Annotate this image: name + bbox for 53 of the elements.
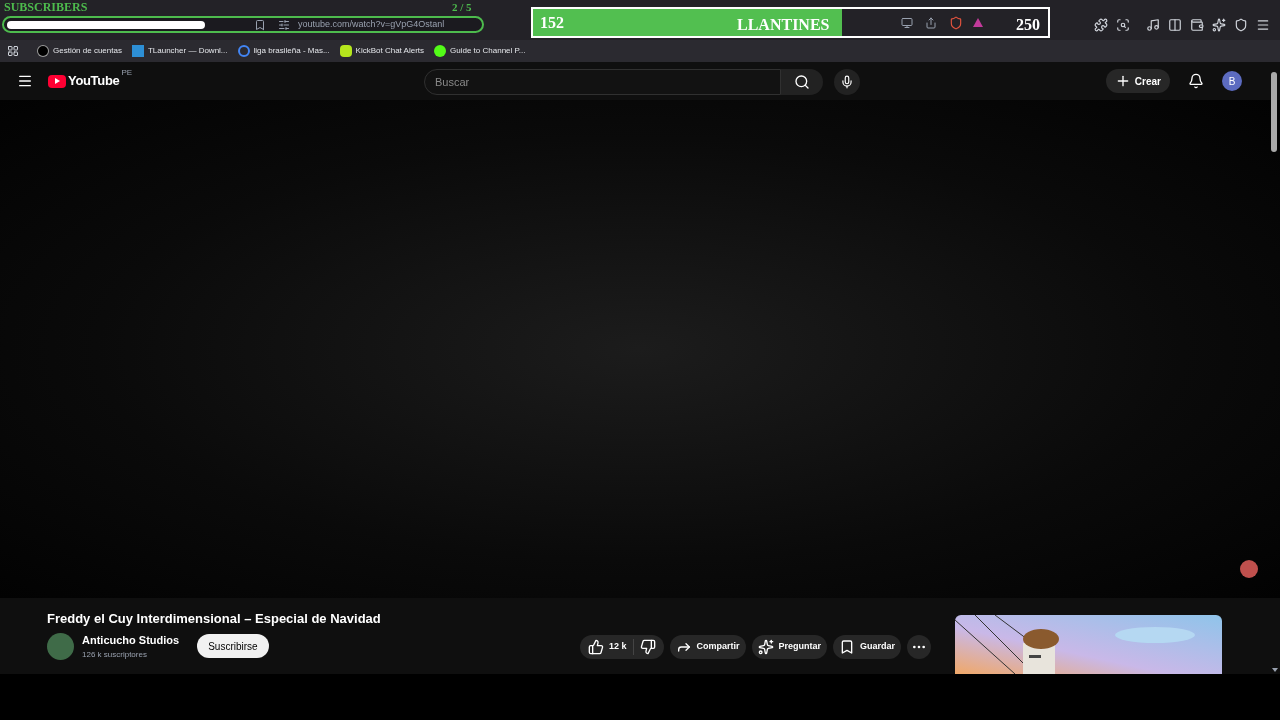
search-icon (794, 74, 810, 90)
goal-target: 250 (1016, 15, 1040, 35)
subscribe-button[interactable]: Suscribirse (197, 634, 269, 659)
notifications-icon[interactable] (1188, 73, 1204, 89)
action-button[interactable]: Guardar (833, 635, 902, 659)
overlay-count: 2 / 5 (452, 1, 472, 14)
thumbs-up-icon (588, 639, 604, 655)
scrollbar-thumb[interactable] (1271, 72, 1277, 152)
screen-search-icon[interactable] (1116, 18, 1130, 32)
avatar[interactable]: B (1222, 71, 1242, 91)
bookmark-item[interactable]: TLauncher — Downl... (131, 45, 228, 57)
goal-current: 152 (540, 12, 564, 33)
bookmark-item[interactable]: Gestión de cuentas (37, 45, 122, 57)
url-text: youtube.com/watch?v=gVpG4Ostanl (298, 17, 445, 31)
menu-icon[interactable] (1256, 18, 1270, 32)
sidebar-icon[interactable] (1168, 18, 1182, 32)
triangle-icon[interactable] (973, 18, 983, 27)
create-button[interactable]: Crear (1105, 69, 1170, 93)
overlay-label: SUBSCRIBERS (4, 0, 88, 14)
like-button[interactable]: 12 k (588, 639, 634, 655)
more-button[interactable] (907, 635, 932, 659)
bookmark-label: Guide to Channel P... (450, 45, 526, 57)
bookmark-item[interactable]: Guide to Channel P... (434, 45, 526, 57)
video-title: Freddy el Cuy Interdimensional – Especial de Navidad (47, 610, 381, 628)
share-icon[interactable] (925, 17, 937, 29)
puzzle-icon[interactable] (1094, 18, 1108, 32)
thumbs-down-icon[interactable] (639, 639, 656, 655)
search-button[interactable] (781, 69, 823, 95)
sparkle-icon (757, 639, 774, 655)
mic-button[interactable] (834, 69, 860, 95)
mic-icon (840, 75, 854, 89)
monitor-icon[interactable] (901, 17, 913, 29)
bookmark-item[interactable]: KickBot Chat Alerts (339, 45, 425, 57)
address-bar[interactable]: youtube.com/watch?v=gVpG4Ostanl (2, 16, 484, 33)
bookmark-label: liga brasileña - Mas... (253, 45, 330, 57)
site-settings-icon[interactable] (278, 18, 290, 31)
channel-name[interactable]: Anticucho Studios (82, 632, 180, 649)
wallet-icon[interactable] (1190, 18, 1204, 32)
bookmark-label: Gestión de cuentas (53, 45, 122, 57)
goal-name: LLANTINES (737, 15, 830, 35)
bookmark-label: KickBot Chat Alerts (355, 45, 425, 57)
channel-avatar[interactable] (47, 632, 74, 660)
menu-icon[interactable] (17, 73, 33, 89)
bookmark-item[interactable]: liga brasileña - Mas... (237, 45, 330, 57)
apps-icon[interactable] (7, 45, 19, 57)
scroll-down-icon[interactable] (1272, 668, 1278, 672)
music-icon[interactable] (1146, 18, 1160, 32)
action-button[interactable]: Preguntar (751, 635, 828, 659)
subscriber-count: 126 k suscriptores (82, 648, 148, 661)
action-button[interactable]: Compartir (669, 635, 746, 659)
bookmark-label: TLauncher — Downl... (147, 45, 228, 57)
search-field[interactable]: Buscar (424, 69, 781, 95)
sparkle-icon[interactable] (1212, 18, 1226, 32)
